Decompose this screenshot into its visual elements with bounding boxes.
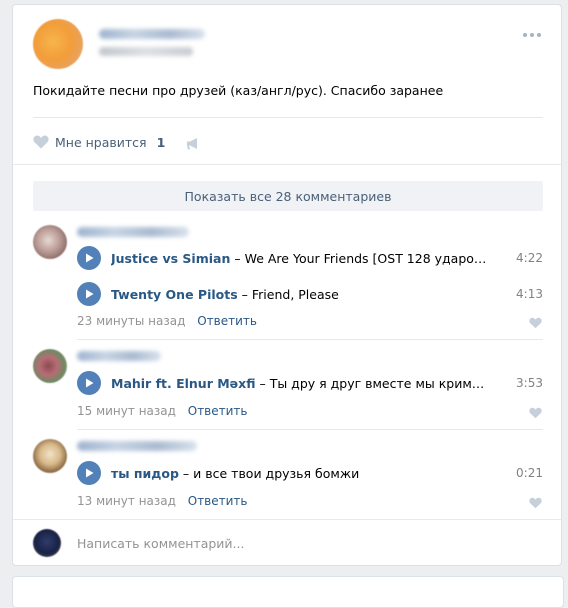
divider <box>77 339 543 340</box>
heart-icon[interactable] <box>529 407 542 419</box>
play-icon <box>86 468 94 478</box>
comment-time[interactable]: 23 минуты назад <box>77 314 185 328</box>
audio-track: Mahir ft. Elnur Məxfi – Ты дру я друг вм… <box>77 370 543 396</box>
track-artist[interactable]: Mahir ft. Elnur Məxfi <box>111 376 255 391</box>
post-time[interactable] <box>99 47 193 56</box>
track-duration: 4:13 <box>516 287 543 301</box>
track-separator: – <box>182 465 190 481</box>
like-count: 1 <box>156 134 166 150</box>
track-artist[interactable]: ты пидор <box>111 466 179 481</box>
track-duration: 3:53 <box>516 376 543 390</box>
comment-meta: 15 минут назад Ответить <box>77 404 248 418</box>
track-duration: 4:22 <box>516 251 543 265</box>
comment-input[interactable] <box>77 533 537 553</box>
comment-author-name[interactable] <box>77 351 161 361</box>
like-label: Мне нравится <box>55 134 147 150</box>
play-button[interactable] <box>77 282 101 306</box>
track-info: ты пидор – и все твои друзья бомжи <box>111 466 491 481</box>
track-separator: – <box>234 250 241 266</box>
post-card: Покидайте песни про друзей (каз/англ/рус… <box>12 4 562 566</box>
more-dots-icon[interactable] <box>523 33 541 37</box>
next-post-card <box>12 576 564 608</box>
like-row: Мне нравится 1 <box>33 133 165 151</box>
audio-track: ты пидор – и все твои друзья бомжи 0:21 <box>77 460 543 486</box>
reply-button[interactable]: Ответить <box>188 494 248 508</box>
play-button[interactable] <box>77 371 101 395</box>
play-icon <box>86 253 94 263</box>
track-title[interactable]: Friend, Please <box>252 287 339 302</box>
track-separator: – <box>259 375 266 391</box>
reply-button[interactable]: Ответить <box>188 404 248 418</box>
comment-time[interactable]: 13 минут назад <box>77 494 176 508</box>
track-title[interactable]: Ты дру я друг вместе мы криминальный дуэ… <box>270 376 491 391</box>
comment-author-name[interactable] <box>77 227 189 237</box>
reply-button[interactable]: Ответить <box>197 314 257 328</box>
track-info: Justice vs Simian – We Are Your Friends … <box>111 251 491 266</box>
comment-meta: 23 минуты назад Ответить <box>77 314 257 328</box>
heart-icon <box>33 135 49 149</box>
heart-icon[interactable] <box>529 317 542 329</box>
comment-author-avatar[interactable] <box>33 439 67 473</box>
track-title[interactable]: We Are Your Friends [OST 128 ударов серд… <box>245 251 491 266</box>
comment-time[interactable]: 15 минут назад <box>77 404 176 418</box>
like-button[interactable]: Мне нравится 1 <box>33 135 165 150</box>
divider <box>33 117 543 118</box>
divider <box>13 164 561 165</box>
play-icon <box>86 378 94 388</box>
track-title[interactable]: и все твои друзья бомжи <box>193 466 359 481</box>
show-all-comments-button[interactable]: Показать все 28 комментариев <box>33 181 543 211</box>
comment-author-name[interactable] <box>77 441 197 451</box>
post-text: Покидайте песни про друзей (каз/англ/рус… <box>33 83 444 98</box>
comment-author-avatar[interactable] <box>33 225 67 259</box>
divider <box>13 519 561 520</box>
comment-author-avatar[interactable] <box>33 349 67 383</box>
audio-track: Justice vs Simian – We Are Your Friends … <box>77 245 543 271</box>
track-artist[interactable]: Twenty One Pilots <box>111 287 238 302</box>
heart-icon[interactable] <box>529 497 542 509</box>
post-author-name[interactable] <box>99 29 205 39</box>
comment-meta: 13 минут назад Ответить <box>77 494 248 508</box>
play-button[interactable] <box>77 246 101 270</box>
play-button[interactable] <box>77 461 101 485</box>
current-user-avatar[interactable] <box>33 529 61 557</box>
megaphone-icon[interactable] <box>185 137 201 151</box>
track-separator: – <box>241 286 248 302</box>
audio-track: Twenty One Pilots – Friend, Please 4:13 <box>77 281 543 307</box>
divider <box>77 429 543 430</box>
track-info: Twenty One Pilots – Friend, Please <box>111 287 491 302</box>
play-icon <box>86 289 94 299</box>
track-duration: 0:21 <box>516 466 543 480</box>
track-artist[interactable]: Justice vs Simian <box>111 251 230 266</box>
post-author-avatar[interactable] <box>33 19 83 69</box>
track-info: Mahir ft. Elnur Məxfi – Ты дру я друг вм… <box>111 376 491 391</box>
